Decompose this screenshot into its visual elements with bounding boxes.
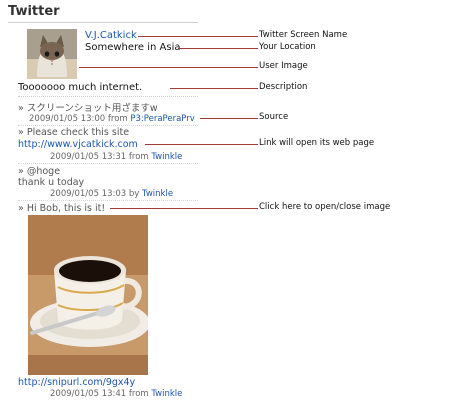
tweet-marker: » xyxy=(18,166,24,177)
tweet-marker: » xyxy=(18,127,24,138)
callout-label-user-image: User Image xyxy=(259,61,308,71)
tweet-time: 2009/01/05 13:41 xyxy=(50,389,127,399)
tweet-meta: 2009/01/05 13:41 from Twinkle xyxy=(50,389,182,399)
tweet-marker: » xyxy=(18,103,24,114)
widget-title: Twitter xyxy=(8,4,60,19)
callout-line-link xyxy=(145,144,258,145)
tweet-meta: 2009/01/05 13:31 from Twinkle xyxy=(50,152,182,162)
tweet-marker: » xyxy=(18,203,24,214)
cat-avatar-icon xyxy=(27,29,77,79)
callout-line-location xyxy=(178,48,258,49)
tweet-time: 2009/01/05 13:03 xyxy=(50,189,127,199)
tweet-body: Please check this site xyxy=(26,127,130,138)
callout-label-link: Link will open its web page xyxy=(259,138,375,148)
tweet-body: スクリーンショット用ざますw xyxy=(26,103,158,114)
callout-line-screen-name xyxy=(138,36,258,37)
screen-name-link[interactable]: V.J.Catkick xyxy=(85,30,137,41)
title-divider xyxy=(8,22,198,23)
tweet-meta: 2009/01/05 13:03 by Twinkle xyxy=(50,189,173,199)
tweet-image-url-link[interactable]: http://snipurl.com/9gx4y xyxy=(18,377,135,388)
tweet-source-link[interactable]: P3:PeraPeraPrv xyxy=(130,114,194,124)
callout-label-source: Source xyxy=(259,112,289,122)
callout-line-user-image xyxy=(79,67,258,68)
user-description: Tooooooo much internet. xyxy=(18,82,143,93)
user-image xyxy=(27,29,77,79)
tweet-image-toggle[interactable]: » Hi Bob, this is it! xyxy=(18,203,105,214)
tweet-via: by xyxy=(128,189,140,199)
callout-label-screen-name: Twitter Screen Name xyxy=(259,30,348,40)
tweet-divider xyxy=(18,163,198,165)
tweet-text: » @hoge xyxy=(18,166,60,177)
callout-label-description: Description xyxy=(259,82,308,92)
tweet-source-link[interactable]: Twinkle xyxy=(151,152,182,162)
description-divider xyxy=(18,96,198,98)
tweet-image[interactable] xyxy=(28,215,148,375)
callout-line-source xyxy=(200,118,258,119)
user-location: Somewhere in Asia xyxy=(85,42,181,53)
callout-line-description xyxy=(170,88,258,89)
tweet-via: from xyxy=(107,114,128,124)
tweet-time: 2009/01/05 13:00 xyxy=(29,114,106,124)
tweet-via: from xyxy=(128,389,149,399)
tweet-source-link[interactable]: Twinkle xyxy=(142,189,173,199)
tweet-via: from xyxy=(128,152,149,162)
tweet-source-link[interactable]: Twinkle xyxy=(151,389,182,399)
tweet-text: » Please check this site xyxy=(18,127,129,138)
tweet-url-link[interactable]: http://www.vjcatkick.com xyxy=(18,139,138,150)
tweet-meta: 2009/01/05 13:00 from P3:PeraPeraPrv xyxy=(29,114,195,124)
callout-line-image-toggle xyxy=(110,208,258,209)
tweet-divider xyxy=(18,200,198,202)
callout-label-location: Your Location xyxy=(259,42,316,52)
tweet-text: » スクリーンショット用ざますw xyxy=(18,100,158,114)
callout-label-image-toggle: Click here to open/close image xyxy=(259,202,391,212)
tweet-time: 2009/01/05 13:31 xyxy=(50,152,127,162)
tweet-body: Hi Bob, this is it! xyxy=(26,203,106,214)
coffee-cup-icon xyxy=(28,215,148,375)
tweet-body: @hoge xyxy=(26,166,61,177)
tweet-body-line2: thank u today xyxy=(18,177,85,188)
